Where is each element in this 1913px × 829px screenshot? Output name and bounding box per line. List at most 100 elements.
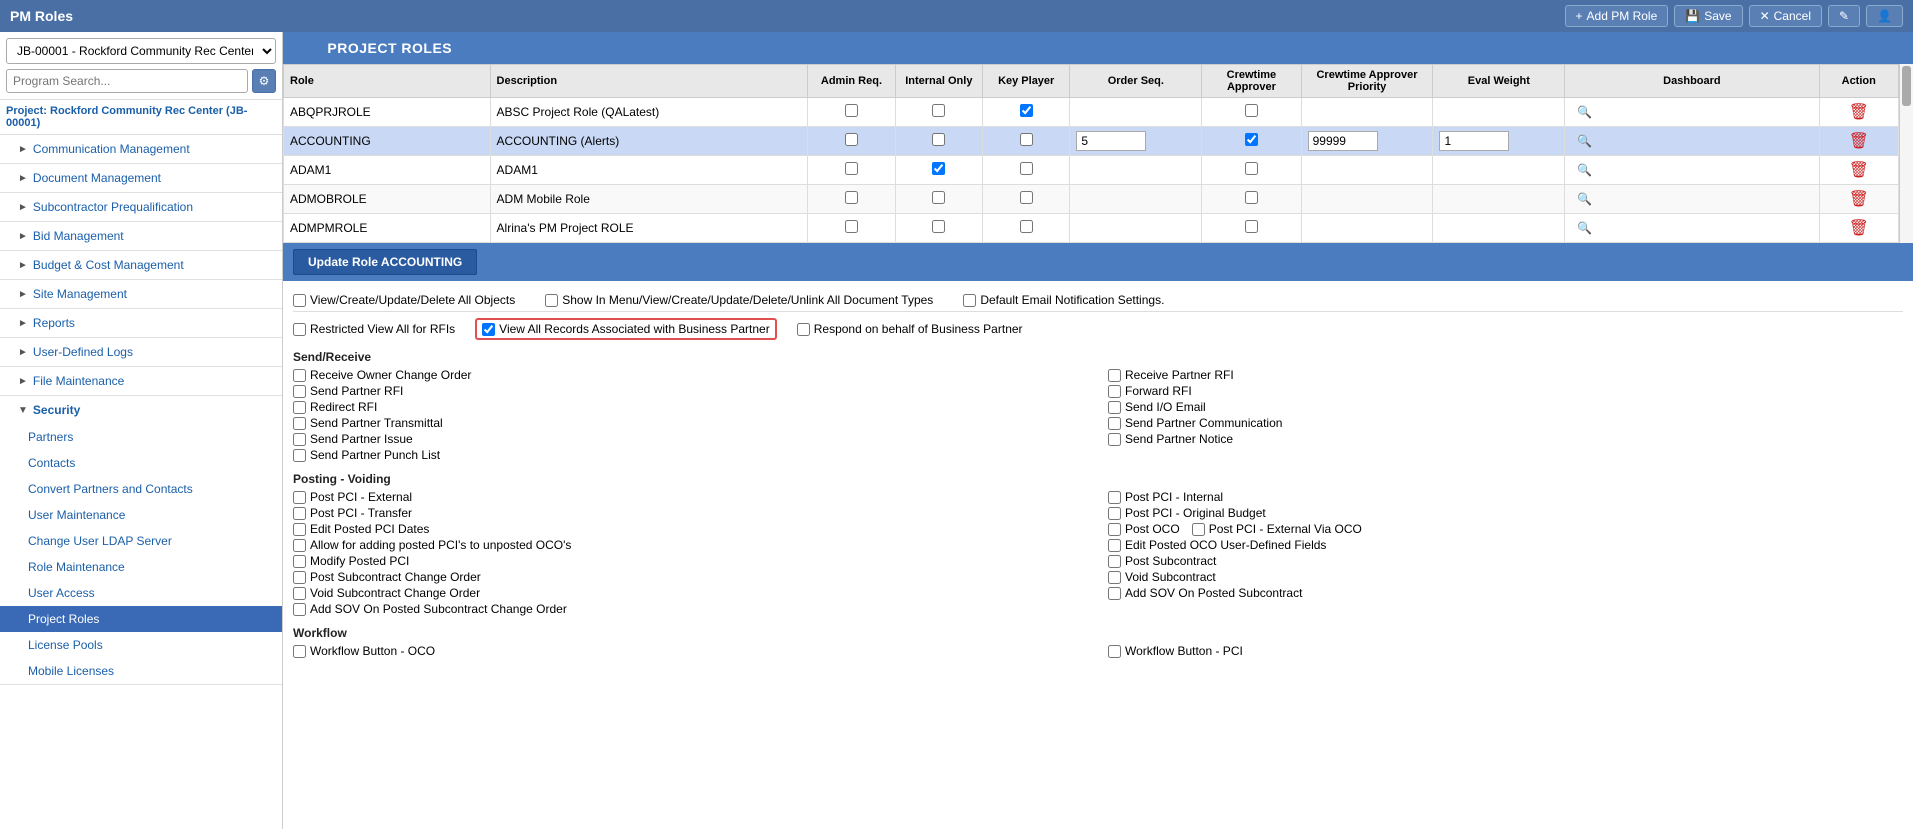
sidebar-item-license-pools[interactable]: License Pools [0, 632, 282, 658]
sidebar-item-bid[interactable]: ► Bid Management [0, 222, 282, 250]
send-partner-punchlist-checkbox[interactable] [293, 449, 306, 462]
crewtime-approver-checkbox[interactable] [1245, 220, 1258, 233]
edit-button[interactable]: ✎ [1828, 5, 1860, 27]
edit-posted-oco-fields-checkbox[interactable] [1108, 539, 1121, 552]
post-pci-ext-via-oco-checkbox[interactable] [1192, 523, 1205, 536]
table-row[interactable]: ADMOBROLEADM Mobile Role🔍🗑 [284, 185, 1899, 214]
workflow-oco-checkbox[interactable] [293, 645, 306, 658]
sidebar-item-mobile-licenses[interactable]: Mobile Licenses [0, 658, 282, 684]
key-player-checkbox[interactable] [1020, 191, 1033, 204]
sidebar-item-contacts[interactable]: Contacts [0, 450, 282, 476]
view-create-all-checkbox[interactable] [293, 294, 306, 307]
send-partner-comm-checkbox[interactable] [1108, 417, 1121, 430]
internal-only-checkbox[interactable] [932, 104, 945, 117]
void-subcontract-co-checkbox[interactable] [293, 587, 306, 600]
default-email-checkbox[interactable] [963, 294, 976, 307]
key-player-checkbox[interactable] [1020, 162, 1033, 175]
edit-posted-pci-dates-checkbox[interactable] [293, 523, 306, 536]
sidebar-item-reports[interactable]: ► Reports [0, 309, 282, 337]
sidebar-item-project-roles[interactable]: Project Roles [0, 606, 282, 632]
receive-partner-rfi-checkbox[interactable] [1108, 369, 1121, 382]
dashboard-search-icon[interactable]: 🔍 [1571, 103, 1598, 121]
add-sov-posted-subcontract-checkbox[interactable] [1108, 587, 1121, 600]
receive-owner-co-checkbox[interactable] [293, 369, 306, 382]
admin-req-checkbox[interactable] [845, 162, 858, 175]
sidebar-item-user-maint[interactable]: User Maintenance [0, 502, 282, 528]
sidebar-item-communication[interactable]: ► Communication Management [0, 135, 282, 163]
redirect-rfi-checkbox[interactable] [293, 401, 306, 414]
delete-icon[interactable]: 🗑 [1849, 133, 1869, 150]
table-row[interactable]: ACCOUNTINGACCOUNTING (Alerts)🔍🗑 [284, 127, 1899, 156]
save-button[interactable]: 💾 Save [1674, 5, 1742, 27]
internal-only-checkbox[interactable] [932, 162, 945, 175]
sidebar-item-security[interactable]: ▼ Security [0, 396, 282, 424]
table-row[interactable]: ADMPMROLEAlrina's PM Project ROLE🔍🗑 [284, 214, 1899, 243]
forward-rfi-checkbox[interactable] [1108, 385, 1121, 398]
post-pci-transfer-checkbox[interactable] [293, 507, 306, 520]
crewtime-approver-checkbox[interactable] [1245, 133, 1258, 146]
delete-icon[interactable]: 🗑 [1849, 104, 1869, 121]
gear-icon[interactable]: ⚙ [252, 69, 276, 93]
send-partner-transmittal-checkbox[interactable] [293, 417, 306, 430]
sidebar-item-site[interactable]: ► Site Management [0, 280, 282, 308]
admin-req-checkbox[interactable] [845, 104, 858, 117]
allow-adding-pcis-checkbox[interactable] [293, 539, 306, 552]
cancel-button[interactable]: ✕ Cancel [1749, 5, 1822, 27]
sidebar-item-role-maint[interactable]: Role Maintenance [0, 554, 282, 580]
void-subcontract-checkbox[interactable] [1108, 571, 1121, 584]
sidebar-item-convert-partners[interactable]: Convert Partners and Contacts [0, 476, 282, 502]
internal-only-checkbox[interactable] [932, 133, 945, 146]
table-row[interactable]: ADAM1ADAM1🔍🗑 [284, 156, 1899, 185]
delete-icon[interactable]: 🗑 [1849, 191, 1869, 208]
user-button[interactable]: 👤 [1866, 5, 1903, 27]
table-row[interactable]: ABQPRJROLEABSC Project Role (QALatest)🔍🗑 [284, 98, 1899, 127]
post-pci-orig-budget-checkbox[interactable] [1108, 507, 1121, 520]
internal-only-checkbox[interactable] [932, 220, 945, 233]
sidebar-item-user-access[interactable]: User Access [0, 580, 282, 606]
internal-only-checkbox[interactable] [932, 191, 945, 204]
admin-req-checkbox[interactable] [845, 220, 858, 233]
post-pci-external-checkbox[interactable] [293, 491, 306, 504]
send-partner-notice-checkbox[interactable] [1108, 433, 1121, 446]
dashboard-search-icon[interactable]: 🔍 [1571, 190, 1598, 208]
sidebar-item-budget[interactable]: ► Budget & Cost Management [0, 251, 282, 279]
roles-table-scroll[interactable]: Role Description Admin Req. Internal Onl… [283, 64, 1899, 243]
crewtime-priority-input[interactable] [1308, 131, 1378, 151]
post-oco-checkbox[interactable] [1108, 523, 1121, 536]
sidebar-item-filemaint[interactable]: ► File Maintenance [0, 367, 282, 395]
restricted-view-rfis-checkbox[interactable] [293, 323, 306, 336]
workflow-pci-checkbox[interactable] [1108, 645, 1121, 658]
send-partner-issue-checkbox[interactable] [293, 433, 306, 446]
crewtime-approver-checkbox[interactable] [1245, 191, 1258, 204]
post-subcontract-co-checkbox[interactable] [293, 571, 306, 584]
sidebar-item-partners[interactable]: Partners [0, 424, 282, 450]
table-scrollbar[interactable] [1899, 64, 1913, 243]
key-player-checkbox[interactable] [1020, 220, 1033, 233]
dashboard-search-icon[interactable]: 🔍 [1571, 161, 1598, 179]
dashboard-search-icon[interactable]: 🔍 [1571, 219, 1598, 237]
update-role-button[interactable]: Update Role ACCOUNTING [293, 249, 477, 275]
crewtime-approver-checkbox[interactable] [1245, 104, 1258, 117]
sidebar-item-document[interactable]: ► Document Management [0, 164, 282, 192]
add-pm-role-button[interactable]: + Add PM Role [1565, 5, 1669, 27]
eval-weight-input[interactable] [1439, 131, 1509, 151]
delete-icon[interactable]: 🗑 [1849, 162, 1869, 179]
post-pci-internal-checkbox[interactable] [1108, 491, 1121, 504]
sidebar-item-subcontractor[interactable]: ► Subcontractor Prequalification [0, 193, 282, 221]
dashboard-search-icon[interactable]: 🔍 [1571, 132, 1598, 150]
sidebar-item-change-ldap[interactable]: Change User LDAP Server [0, 528, 282, 554]
modify-posted-pci-checkbox[interactable] [293, 555, 306, 568]
key-player-checkbox[interactable] [1020, 133, 1033, 146]
order-seq-input[interactable] [1076, 131, 1146, 151]
post-subcontract-checkbox[interactable] [1108, 555, 1121, 568]
send-partner-rfi-checkbox[interactable] [293, 385, 306, 398]
view-all-records-checkbox[interactable] [482, 323, 495, 336]
admin-req-checkbox[interactable] [845, 133, 858, 146]
show-in-menu-checkbox[interactable] [545, 294, 558, 307]
sidebar-item-userlogs[interactable]: ► User-Defined Logs [0, 338, 282, 366]
send-io-email-checkbox[interactable] [1108, 401, 1121, 414]
admin-req-checkbox[interactable] [845, 191, 858, 204]
program-search-input[interactable] [6, 69, 248, 93]
respond-bp-checkbox[interactable] [797, 323, 810, 336]
crewtime-approver-checkbox[interactable] [1245, 162, 1258, 175]
